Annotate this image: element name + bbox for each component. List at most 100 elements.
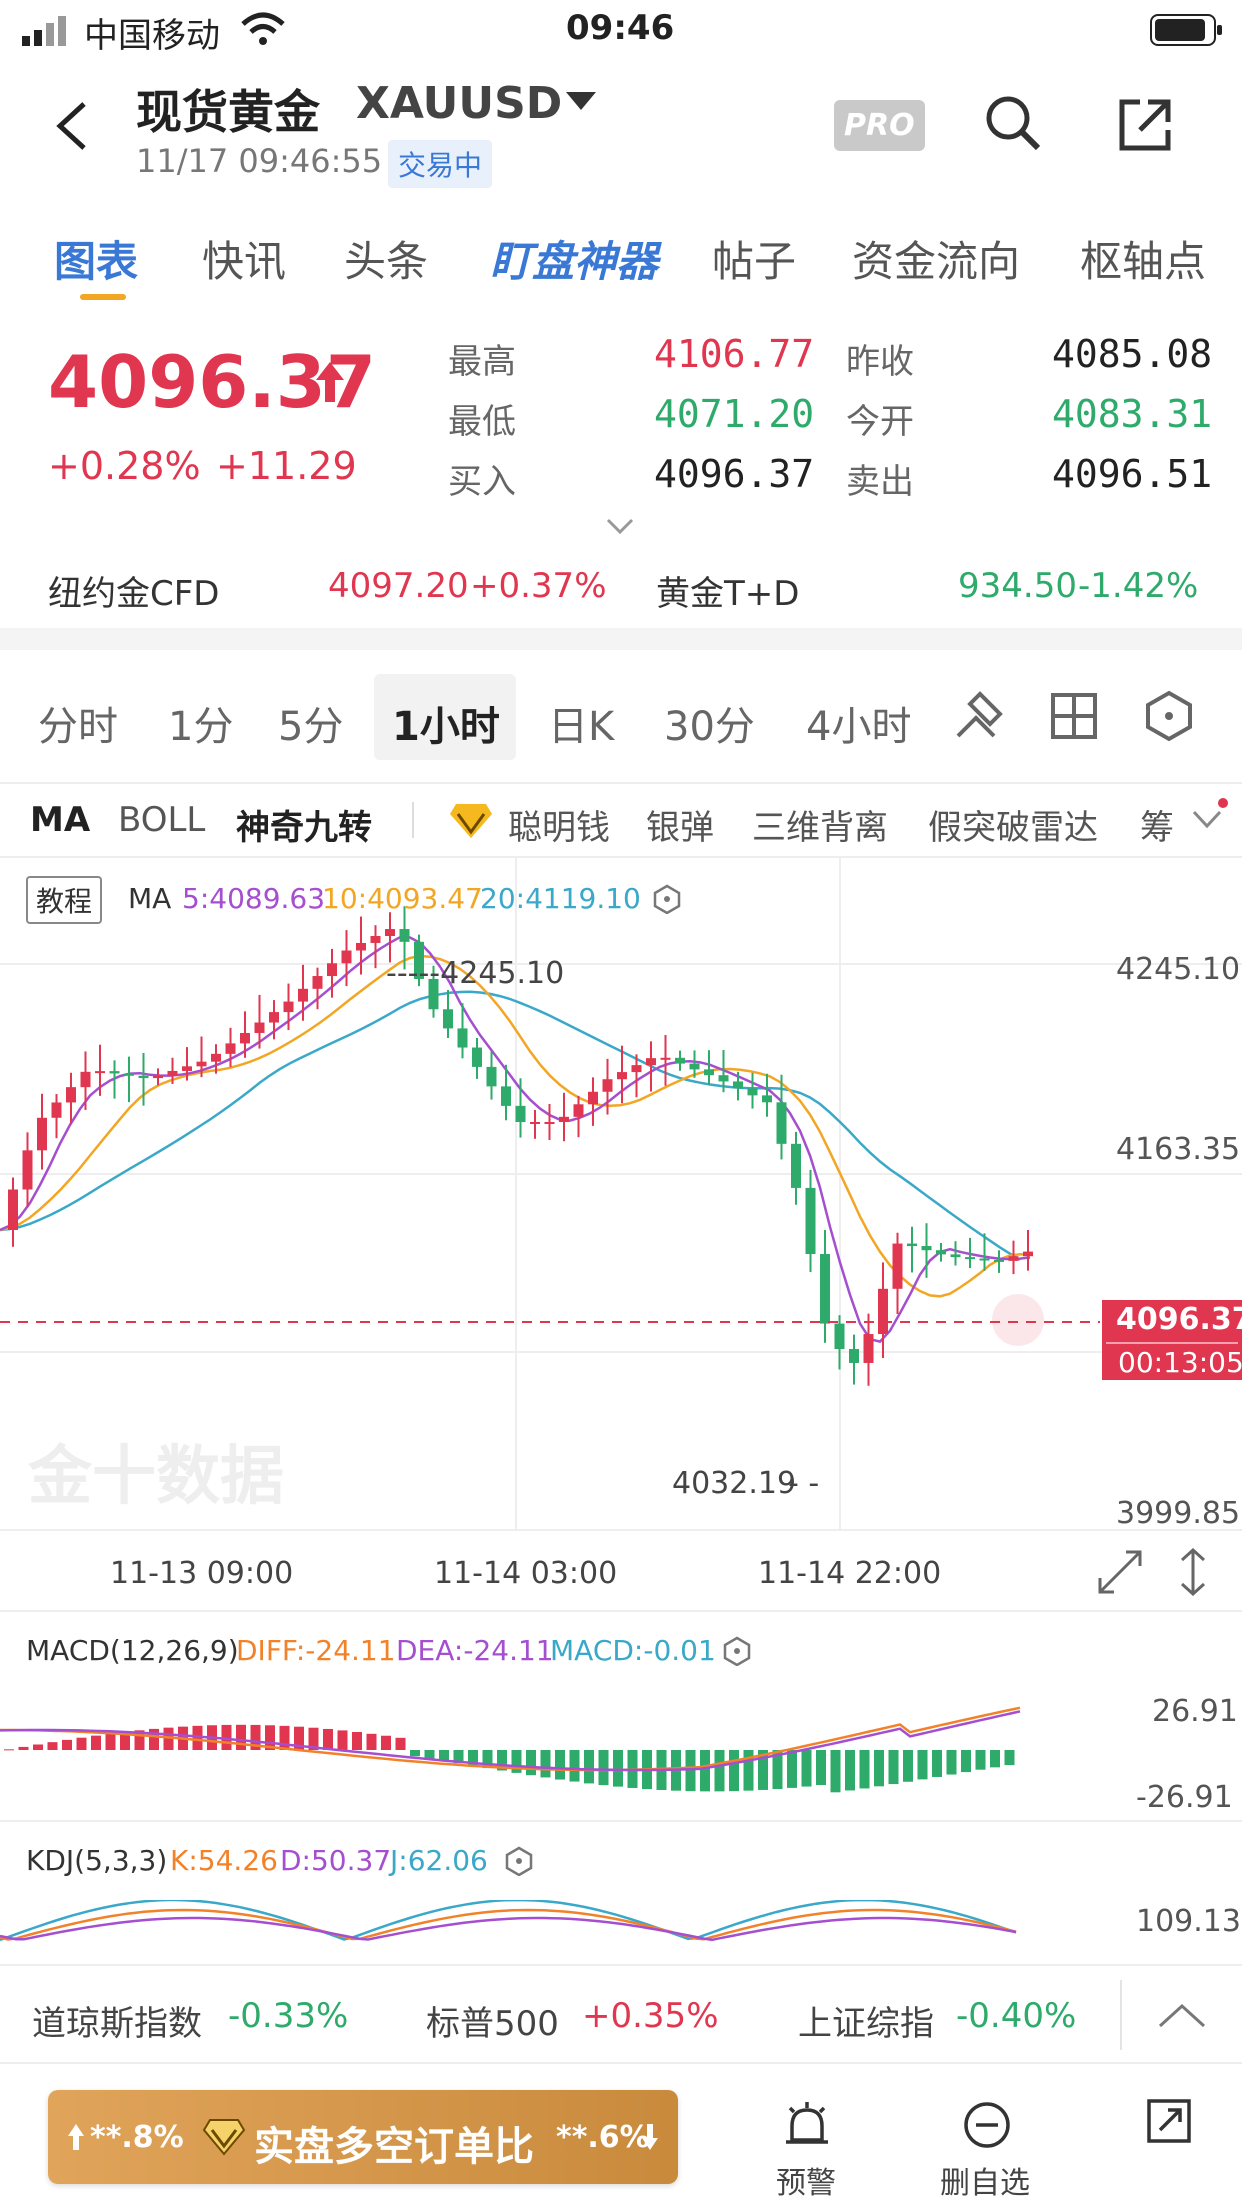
candle — [211, 1053, 221, 1062]
tab-posts[interactable]: 帖子 — [712, 228, 796, 289]
macd-bar — [903, 1750, 913, 1782]
candlestick-chart[interactable]: 金十数据 — [0, 858, 1242, 1538]
pro-button[interactable]: PRO — [834, 100, 925, 151]
candle — [718, 1075, 729, 1082]
sell-value: 4096.51 — [1052, 452, 1213, 496]
settings-hex-icon[interactable] — [1144, 690, 1194, 742]
ind-silver[interactable]: 银弹 — [646, 800, 714, 849]
fullscreen-icon[interactable] — [1096, 1548, 1144, 1596]
status-bar: 中国移动 09:46 — [0, 0, 1242, 60]
candle — [544, 1122, 555, 1124]
ind-nine[interactable]: 神奇九转 — [236, 800, 372, 849]
low-label: 最低 — [448, 402, 516, 442]
td-value: 934.50 — [958, 566, 1077, 606]
macd-bar — [714, 1750, 725, 1792]
period-30m[interactable]: 30分 — [664, 694, 755, 752]
tab-monitor[interactable]: 盯盘神器 — [490, 228, 658, 289]
candle — [791, 1143, 801, 1188]
tab-chart[interactable]: 图表 — [54, 228, 138, 289]
search-icon[interactable] — [984, 94, 1042, 152]
caret-down-icon[interactable] — [566, 92, 596, 112]
index-sp-name[interactable]: 标普500 — [426, 1996, 559, 2045]
ind-3d[interactable]: 三维背离 — [752, 800, 888, 849]
index-sh-value: -0.40% — [956, 1996, 1077, 2036]
td-pct: -1.42% — [1078, 566, 1199, 606]
sell-label: 卖出 — [846, 462, 914, 502]
period-5m[interactable]: 5分 — [278, 694, 343, 752]
candle — [921, 1246, 932, 1251]
index-dji-name[interactable]: 道琼斯指数 — [32, 1996, 202, 2045]
kdj-line — [0, 1916, 1017, 1942]
candle — [733, 1081, 743, 1089]
tab-headlines[interactable]: 头条 — [344, 228, 428, 289]
remove-watchlist-icon[interactable] — [962, 2100, 1012, 2150]
buy-label: 买入 — [448, 462, 516, 502]
nyg-name[interactable]: 纽约金CFD — [48, 566, 219, 615]
candle — [341, 950, 352, 964]
divider — [0, 1610, 1242, 1612]
candle — [51, 1102, 62, 1118]
period-4h[interactable]: 4小时 — [806, 694, 911, 752]
candle — [66, 1087, 76, 1103]
ma-settings-icon[interactable] — [652, 884, 682, 914]
expand-chevron-icon[interactable] — [606, 518, 634, 534]
candle — [8, 1189, 18, 1230]
change-pct: +0.28% — [48, 444, 201, 488]
candle — [385, 929, 395, 936]
period-1m[interactable]: 1分 — [168, 694, 233, 752]
macd-diff: DIFF:-24.11 — [236, 1634, 396, 1667]
tutorial-button[interactable]: 教程 — [26, 876, 103, 924]
candle — [254, 1022, 265, 1033]
ma-label: MA — [128, 882, 172, 915]
macd-bar — [540, 1750, 551, 1778]
ind-radar[interactable]: 假突破雷达 — [928, 800, 1098, 849]
share-icon[interactable] — [1116, 96, 1174, 154]
y-tick: 4245.10 — [1116, 952, 1241, 987]
macd-bar — [888, 1750, 899, 1785]
tab-fund-flow[interactable]: 资金流向 — [852, 228, 1020, 289]
kdj-settings-icon[interactable] — [504, 1846, 534, 1876]
tab-flash[interactable]: 快讯 — [202, 228, 286, 289]
prev-close-label: 昨收 — [846, 342, 914, 382]
layout-grid-icon[interactable] — [1050, 692, 1098, 740]
candle — [327, 963, 337, 977]
ticker-dropdown[interactable]: XAUUSD — [356, 78, 562, 129]
ind-smart[interactable]: 聪明钱 — [508, 800, 610, 849]
low-mark-value: 4032.19 — [672, 1466, 797, 1501]
macd-bar — [1004, 1750, 1015, 1766]
index-sh-name[interactable]: 上证综指 — [798, 1996, 934, 2045]
x-tick: 11-13 09:00 — [110, 1556, 294, 1591]
vertical-scale-icon[interactable] — [1176, 1546, 1210, 1598]
macd-settings-icon[interactable] — [722, 1636, 752, 1666]
macd-chart — [0, 1706, 1021, 1793]
candle — [124, 1073, 134, 1076]
chevron-up-icon[interactable] — [1158, 2002, 1206, 2030]
back-icon[interactable] — [52, 100, 92, 152]
alert-label[interactable]: 预警 — [776, 2158, 836, 2202]
period-1h[interactable]: 1小时 — [392, 694, 500, 752]
ind-boll[interactable]: BOLL — [118, 800, 205, 840]
share-icon[interactable] — [1146, 2098, 1192, 2144]
candle — [443, 1009, 453, 1029]
remove-watchlist-label[interactable]: 删自选 — [940, 2158, 1030, 2202]
ind-ma[interactable]: MA — [30, 800, 90, 840]
candle — [37, 1117, 47, 1151]
candle — [559, 1116, 569, 1122]
period-timeshare[interactable]: 分时 — [38, 694, 118, 752]
alarm-icon[interactable] — [784, 2100, 830, 2152]
candle — [892, 1243, 903, 1289]
nyg-pct: +0.37% — [470, 566, 607, 606]
macd-bar — [990, 1750, 1000, 1768]
candle — [486, 1066, 497, 1087]
prev-close-value: 4085.08 — [1052, 332, 1213, 376]
period-day[interactable]: 日K — [548, 694, 614, 752]
ind-chips[interactable]: 筹 — [1140, 800, 1174, 849]
tab-pivot[interactable]: 枢轴点 — [1080, 228, 1206, 289]
draw-tool-icon[interactable] — [950, 688, 1006, 744]
candle — [849, 1349, 859, 1363]
candle — [631, 1065, 642, 1073]
high-label: 最高 — [448, 342, 516, 382]
macd-bar — [76, 1737, 87, 1750]
more-chevron-icon[interactable] — [1192, 810, 1222, 830]
td-name[interactable]: 黄金T+D — [656, 566, 799, 615]
